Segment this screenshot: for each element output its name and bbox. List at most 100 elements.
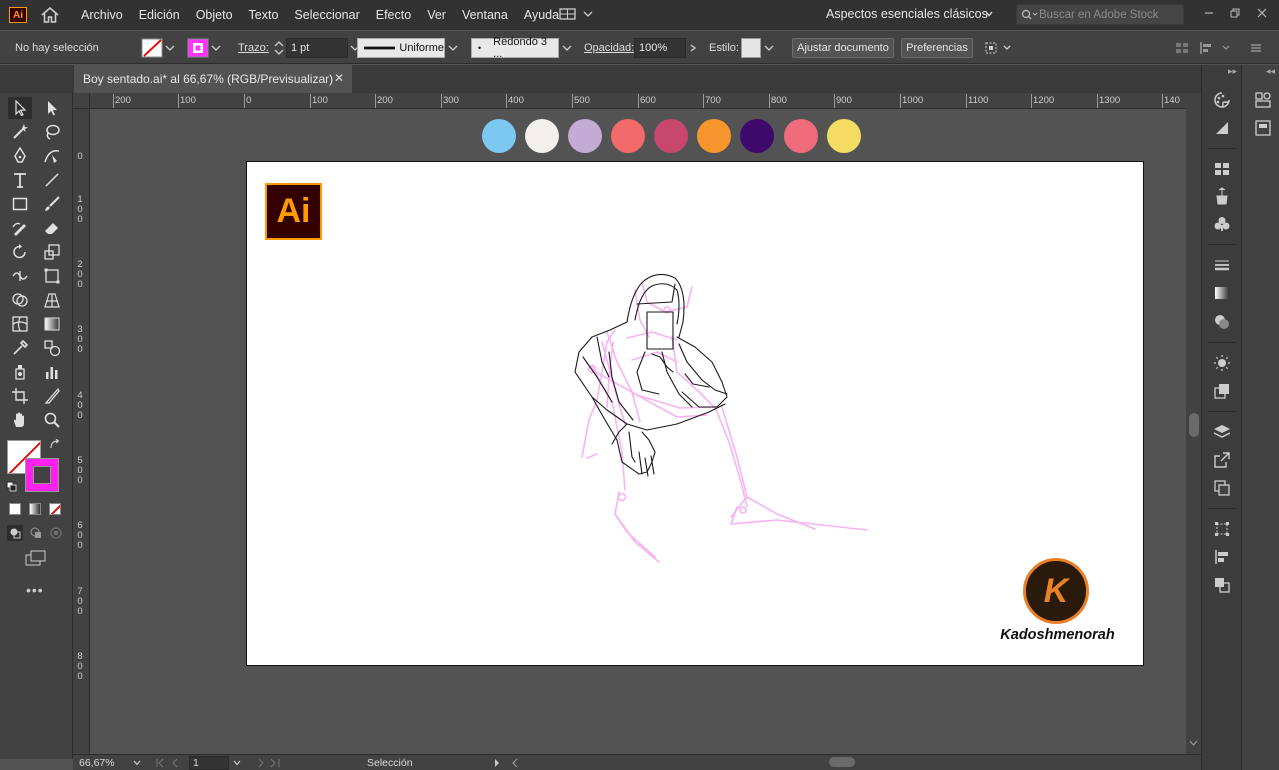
transform-options[interactable] xyxy=(984,31,1014,64)
blend-tool-icon[interactable] xyxy=(40,337,64,359)
stroke-swatch-icon[interactable] xyxy=(187,38,209,58)
artboard-number-field[interactable]: 1 xyxy=(189,756,229,770)
gradient-panel-icon[interactable] xyxy=(1211,283,1233,303)
none-mode-button[interactable] xyxy=(49,503,61,515)
type-tool-icon[interactable] xyxy=(8,169,32,191)
preferences-button[interactable]: Preferencias xyxy=(901,37,973,58)
distribute-icon[interactable] xyxy=(1199,31,1233,64)
chevron-down-icon[interactable] xyxy=(163,43,177,53)
direct-selection-tool-icon[interactable] xyxy=(40,97,64,119)
restore-icon[interactable] xyxy=(1226,4,1244,22)
transform-icon[interactable] xyxy=(984,40,1014,56)
graphic-style-swatch[interactable] xyxy=(741,37,761,58)
panel-menu-icon[interactable] xyxy=(1250,31,1262,64)
mesh-tool-icon[interactable] xyxy=(8,313,32,335)
color-mode-button[interactable] xyxy=(9,503,21,515)
menu-edicion[interactable]: Edición xyxy=(131,0,188,30)
color-swatch[interactable] xyxy=(697,119,731,153)
line-segment-tool-icon[interactable] xyxy=(40,169,64,191)
canvas-area[interactable]: Ai K Kadoshmenorah xyxy=(90,109,1186,754)
collapse-panels-icon[interactable]: ▸▸ xyxy=(1228,66,1237,77)
chevron-down-icon[interactable] xyxy=(984,8,994,22)
stroke-panel-icon[interactable] xyxy=(1211,255,1233,275)
transparency-panel-icon[interactable] xyxy=(1211,312,1233,332)
fit-document-button[interactable]: Ajustar documento xyxy=(792,37,894,58)
stock-search-field[interactable]: Buscar en Adobe Stock xyxy=(1016,4,1184,25)
shape-builder-tool-icon[interactable] xyxy=(8,289,32,311)
opacity-label[interactable]: Opacidad: xyxy=(584,31,634,64)
layers-panel-icon[interactable] xyxy=(1211,422,1233,442)
draw-behind-icon[interactable] xyxy=(29,526,43,543)
rotate-tool-icon[interactable] xyxy=(8,241,32,263)
appearance-panel-icon[interactable] xyxy=(1211,353,1233,373)
horizontal-ruler[interactable]: 200 100 0 100 200 300 400 500 600 700 800 900 1000 11… xyxy=(90,93,1186,109)
color-swatch[interactable] xyxy=(654,119,688,153)
perspective-grid-tool-icon[interactable] xyxy=(40,289,64,311)
horizontal-scroll-thumb[interactable] xyxy=(829,757,855,767)
menu-efecto[interactable]: Efecto xyxy=(368,0,419,30)
sketch-drawing[interactable] xyxy=(247,162,1143,665)
menu-seleccionar[interactable]: Seleccionar xyxy=(286,0,367,30)
workspace-selector[interactable]: Aspectos esenciales clásicos xyxy=(826,7,988,21)
arrange-documents-icon[interactable] xyxy=(559,7,595,21)
draw-inside-icon[interactable] xyxy=(49,526,63,543)
stroke-label[interactable]: Trazo: xyxy=(238,31,269,64)
libraries-panel-icon[interactable] xyxy=(1252,90,1274,110)
chevron-down-icon[interactable] xyxy=(445,43,461,53)
artboard-last-icon[interactable] xyxy=(255,756,287,770)
brushes-panel-icon[interactable] xyxy=(1211,186,1233,206)
column-graph-tool-icon[interactable] xyxy=(40,361,64,383)
artboard-first-icon[interactable] xyxy=(155,756,187,770)
stroke-swatch[interactable] xyxy=(25,458,59,492)
stroke-weight-field[interactable]: 1 pt xyxy=(286,37,348,58)
swatches-panel-icon[interactable] xyxy=(1211,159,1233,179)
align-icon[interactable] xyxy=(1175,31,1189,64)
pathfinder-panel-icon[interactable] xyxy=(1211,575,1233,595)
scroll-left-icon[interactable] xyxy=(511,756,519,770)
export-panel-icon[interactable] xyxy=(1211,450,1233,470)
opacity-field[interactable]: 100% xyxy=(634,37,686,58)
fill-selector[interactable] xyxy=(141,31,177,64)
swap-fill-stroke-icon[interactable] xyxy=(49,438,61,454)
stepper-arrows-icon[interactable] xyxy=(272,38,286,58)
opacity-control[interactable]: 100% xyxy=(634,31,700,64)
menu-ver[interactable]: Ver xyxy=(419,0,454,30)
vertical-scrollbar[interactable] xyxy=(1186,93,1201,754)
variable-width-profile[interactable]: Uniforme xyxy=(357,31,461,64)
symbols-panel-icon[interactable] xyxy=(1211,214,1233,234)
zoom-tool-icon[interactable] xyxy=(40,409,64,431)
paintbrush-tool-icon[interactable] xyxy=(40,193,64,215)
color-guide-icon[interactable] xyxy=(1211,118,1233,138)
zoom-level[interactable]: 66,67% xyxy=(79,756,115,770)
close-tab-icon[interactable]: ✕ xyxy=(334,71,344,85)
none-swatch-icon[interactable] xyxy=(141,38,163,58)
draw-normal-icon[interactable] xyxy=(7,525,23,541)
curvature-tool-icon[interactable] xyxy=(40,145,64,167)
symbol-sprayer-tool-icon[interactable] xyxy=(8,361,32,383)
minimize-icon[interactable] xyxy=(1200,4,1218,22)
gradient-mode-button[interactable] xyxy=(29,503,41,515)
magic-wand-tool-icon[interactable] xyxy=(8,121,32,143)
color-swatch[interactable] xyxy=(482,119,516,153)
menu-texto[interactable]: Texto xyxy=(241,0,287,30)
default-fill-stroke-icon[interactable] xyxy=(6,481,18,496)
chevron-right-icon[interactable] xyxy=(686,43,700,53)
scroll-down-icon[interactable] xyxy=(1189,736,1198,750)
graphic-styles-icon[interactable] xyxy=(1211,381,1233,401)
slice-tool-icon[interactable] xyxy=(40,385,64,407)
chevron-down-icon[interactable] xyxy=(209,43,223,53)
eyedropper-tool-icon[interactable] xyxy=(8,337,32,359)
align-panel-icon[interactable] xyxy=(1211,547,1233,567)
menu-archivo[interactable]: Archivo xyxy=(73,0,131,30)
ruler-origin[interactable] xyxy=(73,93,90,109)
artboard-tool-icon[interactable] xyxy=(8,385,32,407)
brush-definition[interactable]: • Redondo 3 ... xyxy=(471,31,575,64)
scale-tool-icon[interactable] xyxy=(40,241,64,263)
home-icon[interactable] xyxy=(39,5,61,25)
gradient-tool-icon[interactable] xyxy=(40,313,64,335)
vertical-scroll-thumb[interactable] xyxy=(1189,413,1199,437)
transform-panel-icon[interactable] xyxy=(1211,519,1233,539)
status-menu-icon[interactable] xyxy=(493,756,501,770)
stroke-selector[interactable] xyxy=(187,31,223,64)
properties-panel-icon[interactable] xyxy=(1252,118,1274,138)
